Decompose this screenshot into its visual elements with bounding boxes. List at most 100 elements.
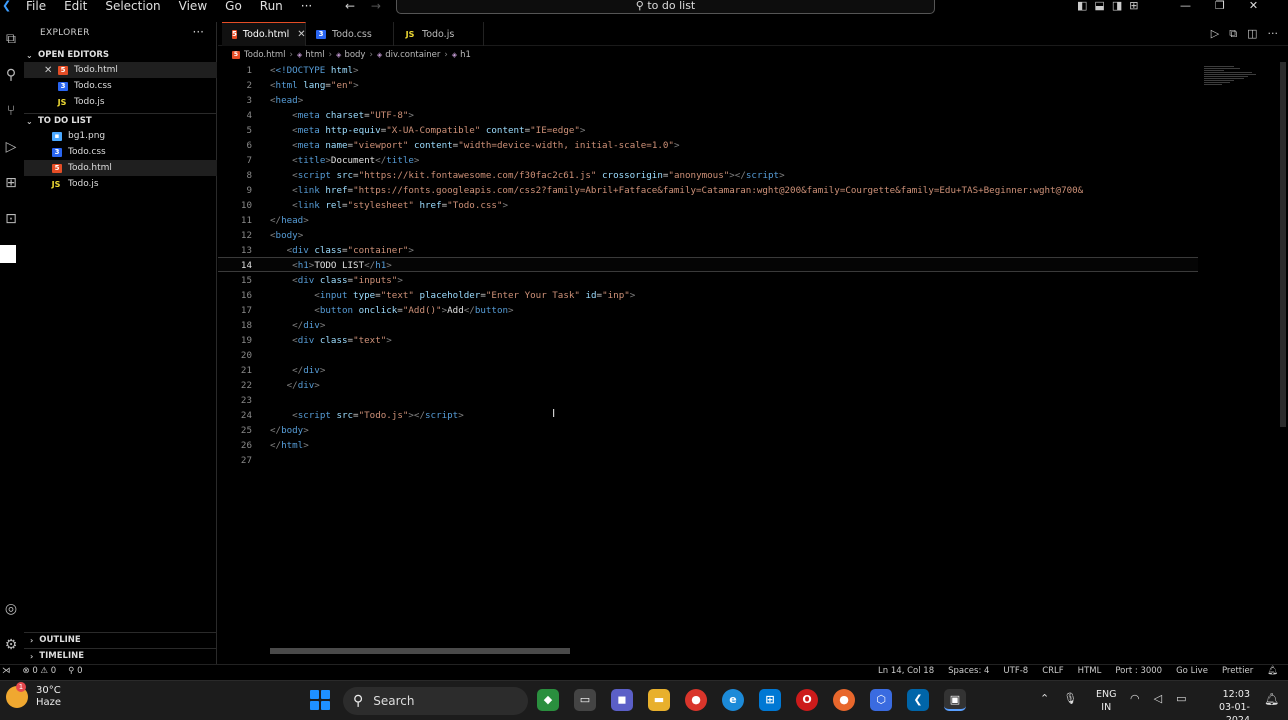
search-view-icon[interactable]: ⚲: [0, 64, 22, 86]
language-indicator[interactable]: ENG IN: [1096, 688, 1116, 714]
remote-indicator-icon[interactable]: ⋊: [2, 666, 11, 676]
live-server-port[interactable]: Port : 3000: [1115, 666, 1162, 676]
menu-view[interactable]: View: [179, 0, 207, 13]
toggle-sidebar-icon[interactable]: ◧: [1077, 0, 1087, 13]
vscode-taskbar-icon[interactable]: ❮: [907, 689, 929, 711]
maximize-icon[interactable]: ❐: [1215, 0, 1225, 12]
code-line: 1 <<!DOCTYPE html>: [218, 63, 1198, 78]
vertical-scrollbar[interactable]: [1280, 62, 1286, 427]
app-icon[interactable]: ⬡: [870, 689, 892, 711]
cursor-position[interactable]: Ln 14, Col 18: [878, 666, 934, 676]
breadcrumb-item[interactable]: div.container: [385, 50, 440, 60]
breadcrumb-item[interactable]: html: [305, 50, 324, 60]
minimap[interactable]: [1204, 66, 1264, 98]
language-mode[interactable]: HTML: [1078, 666, 1102, 676]
teams-chat-icon[interactable]: ◼: [611, 689, 633, 711]
more-actions-icon[interactable]: ···: [193, 25, 204, 39]
task-view-icon[interactable]: ▭: [574, 689, 596, 711]
more-actions-icon[interactable]: ···: [1268, 27, 1279, 41]
quick-settings[interactable]: ◠ ◁ ▭: [1130, 692, 1186, 705]
customize-layout-icon[interactable]: ⊞: [1129, 0, 1138, 13]
close-tab-icon[interactable]: ✕: [297, 29, 305, 40]
indentation[interactable]: Spaces: 4: [948, 666, 989, 676]
menu-run[interactable]: Run: [260, 0, 283, 13]
opera-icon[interactable]: O: [796, 689, 818, 711]
file-explorer-icon[interactable]: ▬: [648, 689, 670, 711]
tab-todo-js[interactable]: JS Todo.js: [394, 22, 484, 46]
breadcrumb-item[interactable]: body: [344, 50, 365, 60]
extensions-icon[interactable]: ⊞: [0, 172, 22, 194]
back-arrow-icon[interactable]: ←: [345, 0, 355, 13]
file-item[interactable]: 5 Todo.html: [24, 160, 217, 176]
code-token: "inputs": [353, 275, 398, 286]
chevron-up-icon[interactable]: ⌃: [1040, 692, 1049, 705]
ports-status[interactable]: ⚲ 0: [68, 666, 82, 676]
file-item[interactable]: 3 Todo.css: [24, 144, 217, 160]
split-editor-icon[interactable]: ◫: [1247, 27, 1257, 41]
outline-panel-header[interactable]: › OUTLINE: [24, 632, 217, 647]
toggle-secondary-sidebar-icon[interactable]: ◨: [1112, 0, 1122, 13]
file-item[interactable]: ▪ bg1.png: [24, 128, 217, 144]
source-control-icon[interactable]: ⑂: [0, 100, 22, 122]
breadcrumb-item[interactable]: h1: [460, 50, 471, 60]
settings-gear-icon[interactable]: ⚙: [0, 634, 22, 656]
problems-status[interactable]: ⊗ 0 ⚠ 0: [23, 666, 57, 676]
live-share-icon[interactable]: [0, 245, 16, 263]
weather-widget[interactable]: 1 30°C Haze: [6, 682, 61, 709]
timeline-panel-header[interactable]: › TIMELINE: [24, 648, 217, 663]
open-editor-item[interactable]: JS Todo.js: [24, 94, 217, 110]
go-live-button[interactable]: Go Live: [1176, 666, 1208, 676]
end-of-line[interactable]: CRLF: [1042, 666, 1063, 676]
chevron-down-icon: ⌄: [26, 116, 33, 126]
css-file-icon: 3: [58, 81, 68, 91]
forward-arrow-icon[interactable]: →: [371, 0, 381, 13]
store-icon[interactable]: ⊞: [759, 689, 781, 711]
run-icon[interactable]: ▷: [1211, 27, 1219, 41]
battery-icon: ▭: [1176, 692, 1187, 705]
close-icon[interactable]: ✕: [44, 65, 54, 76]
prettier-status[interactable]: Prettier: [1222, 666, 1253, 676]
copilot-icon[interactable]: ◆: [537, 689, 559, 711]
command-center[interactable]: ⚲ to do list: [396, 0, 935, 14]
chevron-right-icon: ›: [30, 635, 34, 645]
code-token: html: [330, 65, 354, 76]
horizontal-scrollbar[interactable]: [270, 648, 570, 654]
menu-selection[interactable]: Selection: [105, 0, 160, 13]
menu-file[interactable]: File: [26, 0, 46, 13]
open-editor-item[interactable]: 3 Todo.css: [24, 78, 217, 94]
file-item[interactable]: JS Todo.js: [24, 176, 217, 192]
microphone-icon[interactable]: 🎙︎: [1063, 692, 1077, 705]
close-window-icon[interactable]: ✕: [1249, 0, 1258, 12]
remote-explorer-icon[interactable]: ⊡: [0, 208, 22, 230]
toggle-panel-icon[interactable]: ⬓: [1094, 0, 1104, 13]
taskbar-search[interactable]: ⚲ Search: [343, 687, 528, 715]
js-file-icon: JS: [405, 29, 415, 39]
code-token: "IE=edge": [530, 125, 580, 136]
start-button-windows-icon[interactable]: [310, 690, 330, 710]
open-editor-item[interactable]: ✕ 5 Todo.html: [24, 62, 217, 78]
encoding[interactable]: UTF-8: [1003, 666, 1028, 676]
notifications-bell-icon[interactable]: 🔔︎: [1267, 666, 1278, 676]
open-changes-icon[interactable]: ⧉: [1229, 27, 1237, 41]
edge-icon[interactable]: e: [722, 689, 744, 711]
breadcrumb-item[interactable]: Todo.html: [244, 50, 285, 60]
tab-label: Todo.js: [422, 28, 455, 40]
tab-todo-css[interactable]: 3 Todo.css: [306, 22, 394, 46]
run-debug-icon[interactable]: ▷: [0, 136, 22, 158]
folder-header[interactable]: ⌄ TO DO LIST: [26, 116, 92, 126]
tab-todo-html[interactable]: 5 Todo.html ✕: [222, 22, 306, 46]
menu-go[interactable]: Go: [225, 0, 242, 13]
accounts-icon[interactable]: ◎: [0, 598, 22, 620]
chrome-icon[interactable]: ●: [685, 689, 707, 711]
terminal-icon[interactable]: ▣: [944, 689, 966, 711]
clock[interactable]: 12:03 03-01-2024: [1200, 688, 1250, 720]
minimize-icon[interactable]: —: [1180, 0, 1191, 12]
menu-edit[interactable]: Edit: [64, 0, 87, 13]
open-editors-header[interactable]: ⌄ OPEN EDITORS: [26, 50, 109, 60]
line-number: 1: [246, 65, 252, 76]
explorer-icon[interactable]: ⧉: [0, 28, 22, 50]
menu-more[interactable]: ···: [301, 0, 312, 13]
firefox-icon[interactable]: ●: [833, 689, 855, 711]
code-editor[interactable]: 1 <<!DOCTYPE html> 2 <html lang="en"> 3 <he…: [218, 62, 1288, 654]
notification-bell-icon[interactable]: 🔔︎: [1264, 692, 1279, 706]
